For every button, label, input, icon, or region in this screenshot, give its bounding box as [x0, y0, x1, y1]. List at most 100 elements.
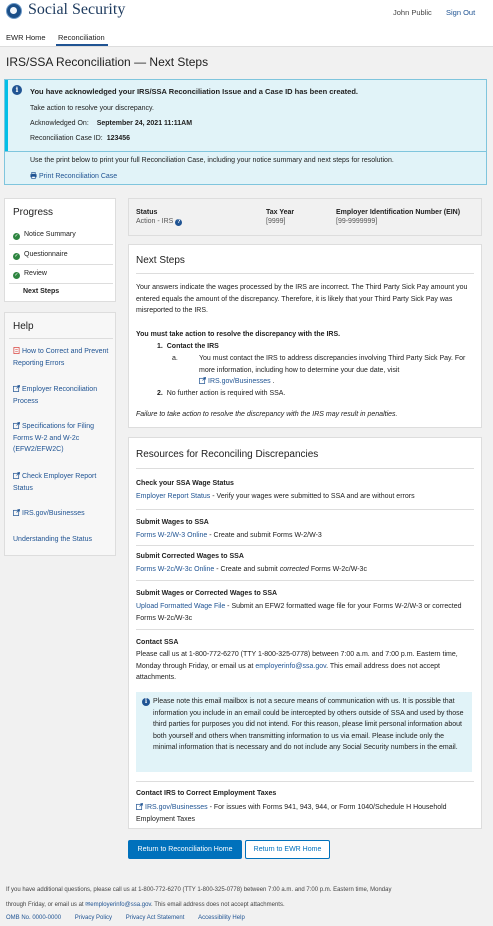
section-divider — [136, 273, 474, 274]
next-steps-intro: Your answers indicate the wages processe… — [136, 284, 468, 314]
acknowledged-on: Acknowledged On: September 24, 2021 11:1… — [30, 120, 192, 127]
brand-name: Social Security — [28, 1, 126, 18]
forms-w2-w3-link[interactable]: Forms W-2/W-3 Online — [136, 532, 207, 539]
contact-ssa-heading: Contact SSA — [136, 639, 179, 646]
section-divider — [136, 468, 474, 469]
step-divider — [9, 283, 113, 284]
upload-wage-file-link[interactable]: Upload Formatted Wage File — [136, 603, 225, 610]
nav-active-indicator — [56, 44, 108, 46]
pdf-icon — [13, 347, 20, 354]
acknowledged-value: September 24, 2021 11:11AM — [96, 120, 193, 127]
contact-irs-heading: Contact IRS to Correct Employment Taxes — [136, 790, 277, 797]
resource-heading: Submit Wages or Corrected Wages to SSA — [136, 590, 278, 597]
footer-email-link[interactable]: ✉employerinfo@ssa.gov — [85, 902, 151, 908]
step-divider — [9, 264, 113, 265]
return-reconciliation-home-button[interactable]: Return to Reconciliation Home — [128, 840, 242, 859]
privacy-policy-link[interactable]: Privacy Policy — [75, 915, 112, 921]
help-link-understanding-status[interactable]: Understanding the Status — [13, 534, 113, 546]
email-security-note: i Please note this email mailbox is not … — [136, 692, 472, 772]
user-name: John Public — [393, 8, 432, 17]
external-link-icon — [13, 509, 20, 516]
resource-divider — [136, 580, 474, 581]
alert-action-text: Take action to resolve your discrepancy. — [30, 105, 154, 112]
case-id-value: 123456 — [106, 135, 131, 142]
accessibility-help-link[interactable]: Accessibility Help — [198, 915, 245, 921]
help-title: Help — [13, 321, 34, 332]
step-review: ✓ Review — [13, 270, 47, 279]
page-title: IRS/SSA Reconciliation — Next Steps — [6, 55, 209, 69]
footer-links: OMB No. 0000-0000 Privacy Policy Privacy… — [6, 915, 245, 921]
status-value: Action - IRS ? — [136, 216, 216, 228]
site-header: Social Security John Public Sign Out — [0, 0, 493, 28]
footer-contact-line1: If you have additional questions, please… — [6, 887, 392, 893]
help-link-reconciliation-process[interactable]: Employer Reconciliation Process — [13, 384, 113, 407]
irs-businesses-link[interactable]: IRS.gov/Businesses — [199, 377, 271, 385]
step-divider — [9, 244, 113, 245]
case-id: Reconciliation Case ID: 123456 — [30, 135, 130, 142]
print-case-link[interactable]: Print Reconciliation Case — [30, 172, 117, 180]
contact-ssa-text: Please call us at 1-800-772-6270 (TTY 1-… — [136, 651, 458, 681]
help-panel: Help How to Correct and Prevent Reportin… — [4, 312, 116, 556]
ssa-email-link[interactable]: employerinfo@ssa.gov — [255, 663, 326, 670]
step2: 2. No further action is required with SS… — [157, 390, 286, 397]
step-notice-summary: ✓ Notice Summary — [13, 231, 76, 240]
privacy-act-link[interactable]: Privacy Act Statement — [126, 915, 185, 921]
return-ewr-home-button[interactable]: Return to EWR Home — [245, 840, 330, 859]
resource-text: Employer Report Status - Verify your wag… — [136, 493, 415, 500]
help-icon[interactable]: ? — [175, 219, 183, 226]
next-steps-section: Next Steps Your answers indicate the wag… — [128, 244, 482, 428]
next-steps-title: Next Steps — [136, 255, 185, 266]
check-icon: ✓ — [13, 272, 20, 279]
help-link-irs-businesses[interactable]: IRS.gov/Businesses — [13, 508, 113, 520]
external-link-icon — [136, 803, 143, 810]
resource-divider — [136, 509, 474, 510]
resource-text: Forms W-2/W-3 Online - Create and submit… — [136, 532, 322, 539]
resource-divider — [136, 629, 474, 630]
external-link-icon — [13, 472, 20, 479]
print-case-label: Print Reconciliation Case — [39, 173, 118, 180]
help-link-report-status[interactable]: Check Employer Report Status — [13, 471, 113, 494]
omb-number-link[interactable]: OMB No. 0000-0000 — [6, 915, 61, 921]
footer-contact-line2: through Friday, or email us at ✉employer… — [6, 902, 285, 908]
resource-text: Forms W-2c/W-3c Online - Create and subm… — [136, 566, 367, 573]
alert-accent-bar — [5, 80, 8, 152]
step1a-text: You must contact the IRS to address disc… — [199, 355, 466, 385]
step-questionnaire: ✓ Questionnaire — [13, 251, 68, 260]
external-link-icon — [199, 377, 206, 384]
acknowledged-label: Acknowledged On: — [30, 120, 89, 127]
progress-panel: Progress ✓ Notice Summary ✓ Questionnaire … — [4, 198, 116, 302]
acknowledgement-alert: i You have acknowledged your IRS/SSA Rec… — [4, 79, 487, 185]
nav-reconciliation[interactable]: Reconciliation — [58, 33, 105, 42]
tax-year-value: [9999] — [266, 218, 286, 225]
must-act-text: You must take action to resolve the disc… — [136, 331, 341, 338]
resource-divider — [136, 781, 474, 782]
nav-ewr-home[interactable]: EWR Home — [6, 33, 46, 42]
email-security-note-text: Please note this email mailbox is not a … — [153, 698, 464, 751]
case-id-label: Reconciliation Case ID: — [30, 135, 103, 142]
info-icon: i — [142, 698, 150, 706]
check-icon: ✓ — [13, 233, 20, 240]
print-instructions: Use the print below to print your full R… — [30, 157, 394, 164]
penalty-warning: Failure to take action to resolve the di… — [136, 411, 398, 418]
step1: 1. Contact the IRS — [157, 343, 219, 350]
status-card: Status Action - IRS ? Tax Year [9999] Em… — [128, 198, 482, 236]
resources-title: Resources for Reconciling Discrepancies — [136, 449, 319, 460]
help-link-correct-errors[interactable]: How to Correct and Prevent Reporting Err… — [13, 346, 113, 369]
forms-w2c-w3c-link[interactable]: Forms W-2c/W-3c Online — [136, 566, 214, 573]
resource-divider — [136, 545, 474, 546]
printer-icon — [30, 172, 37, 179]
step1a-marker: a. — [172, 355, 178, 362]
alert-heading: You have acknowledged your IRS/SSA Recon… — [30, 87, 359, 96]
ein-value: [99-9999999] — [336, 218, 378, 225]
check-icon: ✓ — [13, 253, 20, 260]
help-link-specifications[interactable]: Specifications for Filing Forms W-2 and … — [13, 421, 113, 456]
alert-divider — [5, 151, 486, 152]
external-link-icon — [13, 385, 20, 392]
employer-report-status-link[interactable]: Employer Report Status — [136, 493, 210, 500]
external-link-icon — [13, 422, 20, 429]
resources-section: Resources for Reconciling Discrepancies … — [128, 437, 482, 829]
irs-businesses-link[interactable]: IRS.gov/Businesses — [136, 803, 208, 811]
progress-title: Progress — [13, 207, 54, 218]
ssa-logo-icon — [6, 3, 22, 19]
sign-out-link[interactable]: Sign Out — [446, 8, 475, 17]
